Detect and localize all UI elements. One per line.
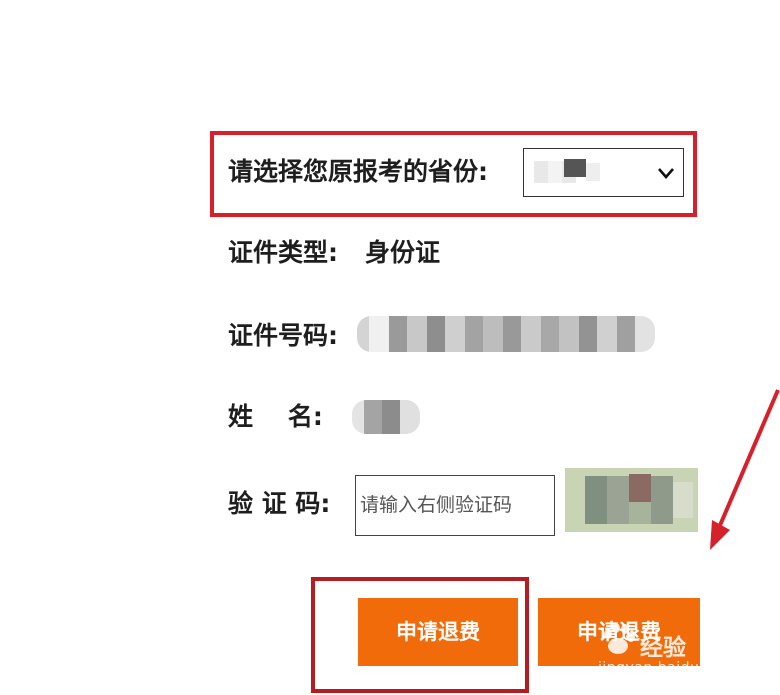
province-label: 请选择您原报考的省份:	[228, 157, 488, 186]
name-label: 姓 名:	[228, 402, 323, 431]
apply-refund-button[interactable]: 申请退费	[358, 598, 518, 666]
id-number-redacted	[357, 316, 655, 352]
captcha-label: 验 证 码:	[228, 489, 331, 518]
name-redacted	[352, 400, 420, 434]
id-type-label: 证件类型:	[228, 238, 338, 267]
arrow-annotation-icon	[710, 389, 780, 550]
chevron-down-icon	[656, 163, 676, 183]
redacted-pixel	[534, 161, 548, 183]
id-type-value: 身份证	[365, 238, 441, 267]
baidu-jingyan-watermark: 经验 jingyan.baidu.com	[592, 608, 752, 688]
redacted-pixel	[586, 163, 600, 181]
captcha-image[interactable]	[565, 468, 698, 532]
province-select[interactable]	[523, 148, 684, 197]
redacted-pixel	[564, 159, 586, 177]
redacted-pixel	[548, 161, 562, 183]
watermark-url: jingyan.baidu.com	[598, 660, 736, 676]
paw-logo-icon	[604, 623, 635, 654]
captcha-input[interactable]: 请输入右侧验证码	[355, 475, 555, 536]
id-number-label: 证件号码:	[228, 321, 338, 350]
watermark-logo-text: 经验	[640, 635, 686, 661]
